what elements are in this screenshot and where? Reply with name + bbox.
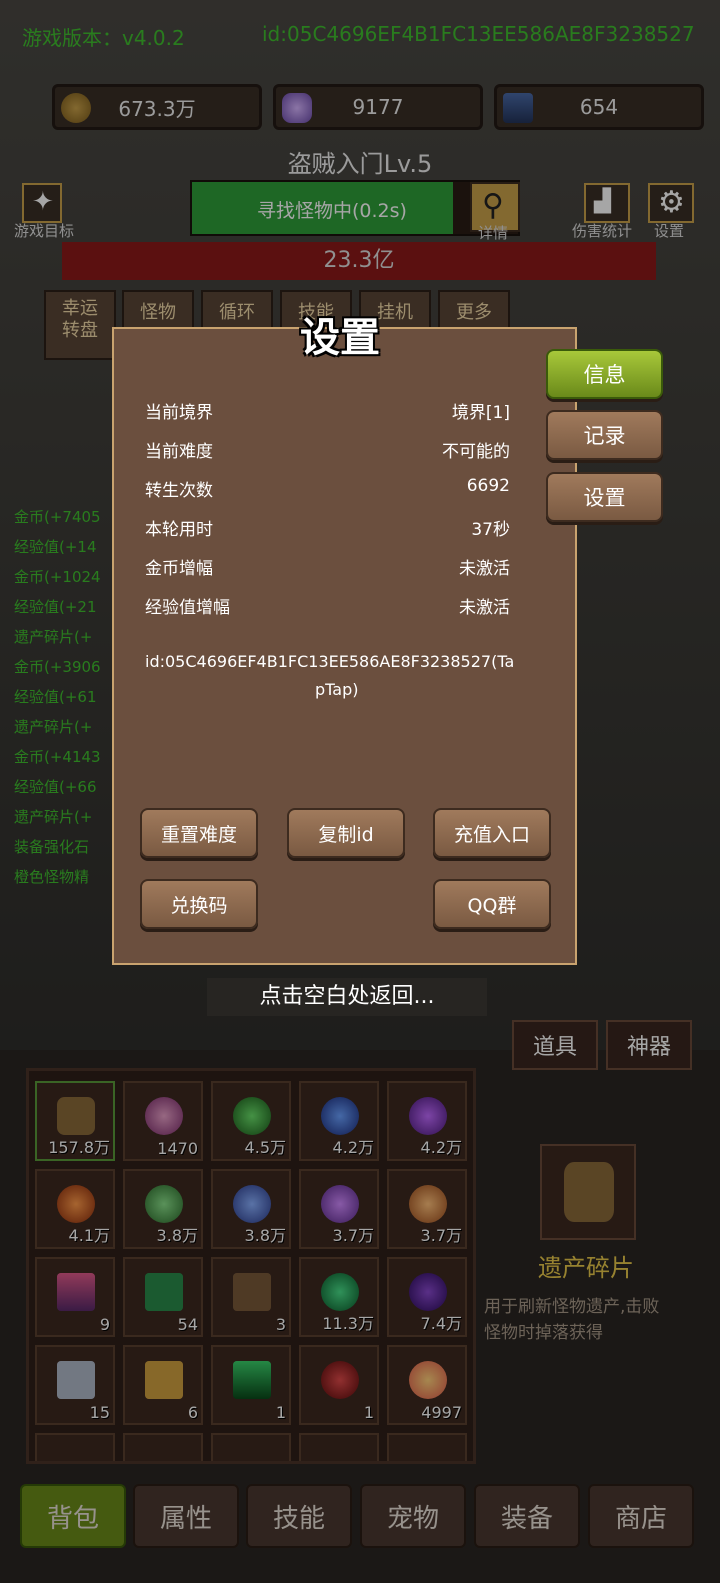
qq-group-button[interactable]: QQ群	[433, 879, 551, 929]
info-row-rebirth: 转生次数 6692	[145, 476, 510, 501]
side-tab-settings[interactable]: 设置	[546, 472, 663, 522]
tap-to-return-hint: 点击空白处返回...	[207, 978, 487, 1016]
dialog-title: 设置	[300, 315, 380, 361]
copy-id-button[interactable]: 复制id	[287, 808, 405, 858]
side-tab-info[interactable]: 信息	[546, 349, 663, 399]
redeem-code-button[interactable]: 兑换码	[140, 879, 258, 929]
dialog-id-line-1: id:05C4696EF4B1FC13EE586AE8F3238527(Ta	[145, 652, 515, 671]
dialog-id-line-2: pTap)	[315, 680, 359, 699]
reset-difficulty-button[interactable]: 重置难度	[140, 808, 258, 858]
info-row-exp-boost: 经验值增幅 未激活	[145, 598, 510, 618]
side-tab-records[interactable]: 记录	[546, 410, 663, 460]
info-row-gold-boost: 金币增幅 未激活	[145, 559, 510, 579]
info-row-time: 本轮用时 37秒	[145, 520, 510, 540]
info-row-realm: 当前境界 境界[1]	[145, 403, 510, 423]
info-row-difficulty: 当前难度 不可能的	[145, 442, 510, 462]
recharge-button[interactable]: 充值入口	[433, 808, 551, 858]
